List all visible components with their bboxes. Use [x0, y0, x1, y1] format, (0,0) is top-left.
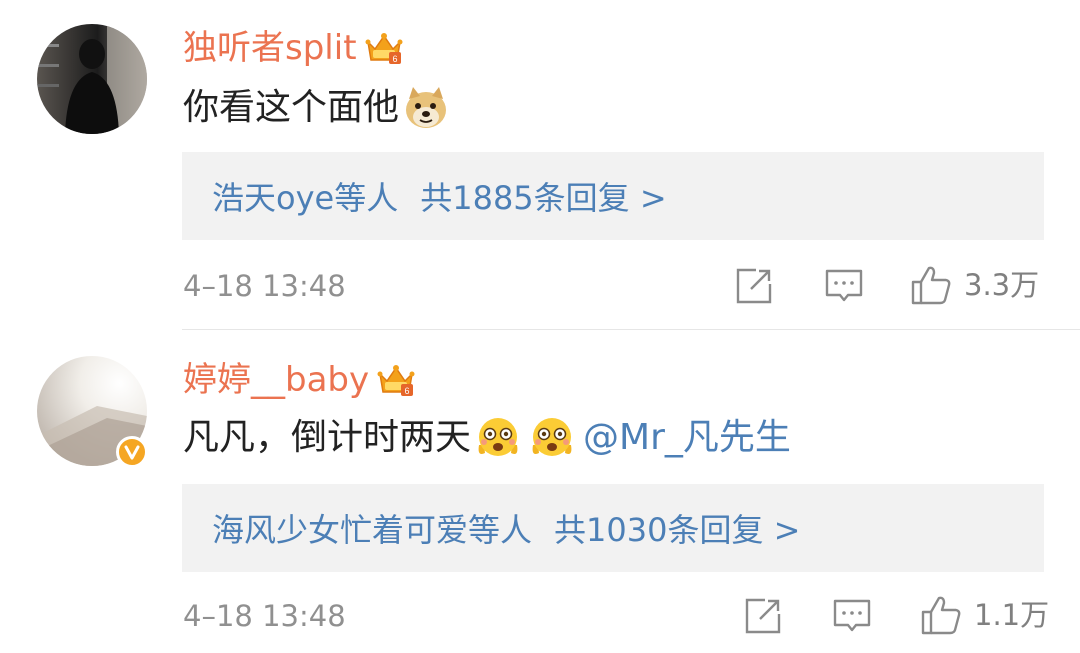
avatar[interactable] [37, 24, 147, 134]
share-icon [736, 268, 772, 304]
reply-count-link[interactable]: 共1030条回复 > [554, 505, 800, 551]
share-icon [745, 598, 781, 634]
replies-summary[interactable]: 海风少女忙着可爱等人 共1030条回复 > [182, 484, 1044, 572]
comment-timestamp: 4–18 13:48 [183, 269, 346, 303]
share-button[interactable] [743, 596, 783, 636]
avatar-image [37, 24, 147, 134]
comment-username[interactable]: 独听者split 6 [183, 26, 403, 70]
comment-icon [833, 599, 871, 632]
comment-button[interactable] [832, 596, 872, 636]
verified-v-icon [116, 436, 148, 468]
svg-text:6: 6 [405, 386, 410, 396]
like-count: 3.3万 [964, 268, 1040, 302]
doge-emoji-icon [406, 87, 447, 128]
comment-username[interactable]: 婷婷__baby 6 [183, 358, 415, 402]
like-count: 1.1万 [974, 598, 1050, 632]
svg-text:6: 6 [392, 54, 397, 64]
share-button[interactable] [734, 266, 774, 306]
comment-timestamp: 4–18 13:48 [183, 599, 346, 633]
comment-button[interactable] [824, 266, 864, 306]
crown-vip-icon: 6 [377, 365, 415, 396]
comment-icon [825, 269, 863, 302]
username-text[interactable]: 独听者split [183, 26, 357, 70]
avatar[interactable] [37, 356, 148, 468]
comment-text: 你看这个面他 [183, 87, 400, 128]
crown-vip-icon: 6 [365, 33, 403, 64]
thumbs-up-icon [911, 266, 951, 305]
reply-users[interactable]: 浩天oye等人 [212, 173, 398, 219]
username-text[interactable]: 婷婷__baby [183, 358, 369, 402]
comment-item-1: 独听者split 6 你看这个面他 浩天oye等人 共1885条回复 > 4–1… [0, 0, 1080, 330]
grin-emoji-icon [532, 418, 572, 456]
replies-summary[interactable]: 浩天oye等人 共1885条回复 > [182, 152, 1044, 240]
comment-text: 凡凡，倒计时两天 [183, 417, 472, 458]
like-button[interactable]: 3.3万 [910, 264, 1039, 306]
thumbs-up-icon [921, 596, 961, 635]
comment-content: 你看这个面他 [183, 84, 453, 132]
user-mention-link[interactable]: @Mr_凡先生 [583, 414, 791, 462]
comment-item-2: 婷婷__baby 6 凡凡，倒计时两天 @Mr_凡先生 海风少女忙着可爱等人 共… [0, 330, 1080, 653]
reply-users[interactable]: 海风少女忙着可爱等人 [212, 505, 532, 551]
grin-emoji-icon [478, 418, 518, 456]
comment-content: 凡凡，倒计时两天 @Mr_凡先生 [183, 414, 791, 462]
reply-count-link[interactable]: 共1885条回复 > [420, 173, 666, 219]
like-button[interactable]: 1.1万 [920, 594, 1049, 636]
